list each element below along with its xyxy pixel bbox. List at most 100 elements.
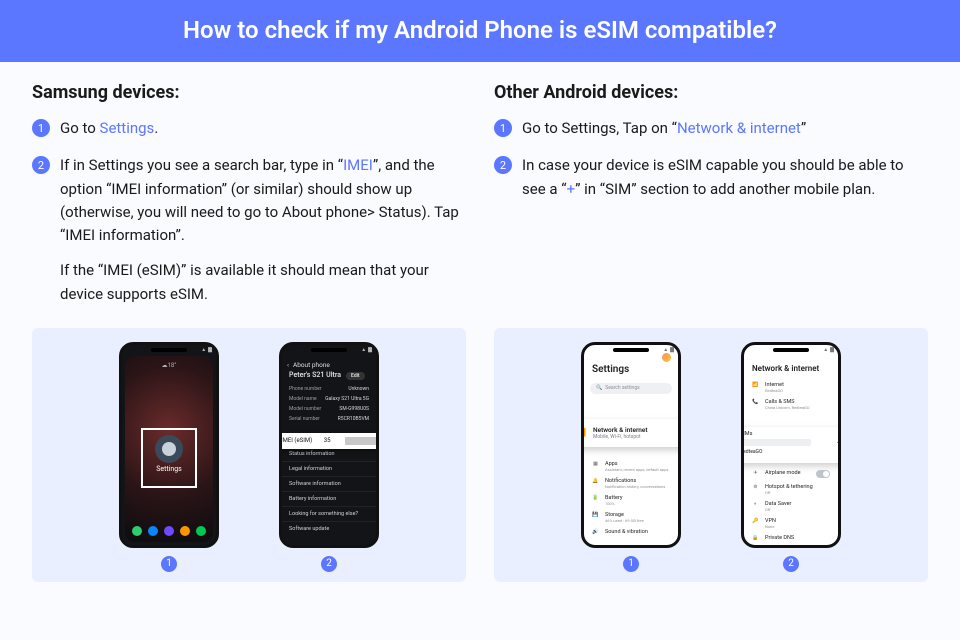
instructions: Samsung devices: 1 Go to Settings. 2 If … bbox=[0, 62, 960, 328]
row-sub: 100% bbox=[605, 501, 622, 506]
samsung-phone-home: ▲▇ ☁18° Settings bbox=[119, 342, 219, 548]
kv-val: Galaxy S21 Ultra 5G bbox=[325, 396, 369, 402]
about-phone-header: About phone bbox=[293, 361, 330, 369]
android-network-internet: ▲▇ Network & internet 📶InternetRedteaGO … bbox=[741, 342, 841, 548]
text: If in Settings you see a search bar, typ… bbox=[60, 156, 343, 174]
kv-key: Model number bbox=[289, 406, 321, 412]
screenshot-col: ▲▇ ☁18° Settings 1 bbox=[119, 342, 219, 572]
plus-icon: + bbox=[837, 439, 841, 449]
screenshot-badge: 1 bbox=[623, 556, 639, 572]
avatar-icon bbox=[662, 353, 671, 362]
network-internet-callout: 📶 Network & internet Mobile, Wi-Fi, hots… bbox=[581, 419, 681, 447]
bell-icon: 🔔 bbox=[592, 478, 599, 484]
wifi-icon: 📶 bbox=[581, 428, 586, 437]
airplane-icon: ✈ bbox=[752, 470, 759, 476]
step-number-icon: 1 bbox=[32, 119, 50, 137]
row-sub: RedteaGO bbox=[765, 388, 784, 393]
text: . bbox=[154, 119, 158, 137]
screenshot-badge: 1 bbox=[161, 556, 177, 572]
settings-link[interactable]: Settings bbox=[100, 119, 155, 137]
vpn-icon: 🔑 bbox=[752, 518, 759, 524]
page-header: How to check if my Android Phone is eSIM… bbox=[0, 0, 960, 62]
row-title: Hotspot & tethering bbox=[765, 484, 813, 490]
row-title: Internet bbox=[765, 382, 784, 388]
screenshot-col: ▲▇ ‹About phone Peter's S21 UltraEdit Ph… bbox=[279, 342, 379, 572]
sims-callout: SIMs RedteaGO + bbox=[741, 427, 841, 463]
imei-label: IMEI (eSIM) bbox=[281, 437, 312, 444]
samsung-column: Samsung devices: 1 Go to Settings. 2 If … bbox=[32, 82, 466, 320]
search-bar: 🔍Search settings bbox=[590, 383, 672, 394]
list-item: Looking for something else? bbox=[282, 506, 376, 521]
screenshots-row: ▲▇ ☁18° Settings 1 ▲▇ ‹About phone Peter… bbox=[0, 328, 960, 600]
other-heading: Other Android devices: bbox=[494, 82, 928, 103]
row-title: Battery bbox=[605, 495, 622, 501]
text: If the “IMEI (eSIM)” is available it sho… bbox=[60, 259, 466, 306]
other-column: Other Android devices: 1 Go to Settings,… bbox=[494, 82, 928, 320]
apps-icon: ▦ bbox=[592, 461, 599, 467]
android-settings: ▲▇ Settings 🔍Search settings 📶 Network &… bbox=[581, 342, 681, 548]
row-sub: Assistant, recent apps, default apps bbox=[605, 467, 668, 472]
samsung-step-1: 1 Go to Settings. bbox=[32, 117, 466, 140]
callout-sub: Mobile, Wi-Fi, hotspot bbox=[593, 434, 648, 440]
imei-prefix: 35 bbox=[324, 437, 331, 444]
step-number-icon: 1 bbox=[494, 119, 512, 137]
network-internet-title: Network & internet bbox=[744, 356, 838, 379]
list-item: Software information bbox=[282, 476, 376, 491]
imei-masked bbox=[345, 437, 377, 445]
row-title: Airplane mode bbox=[765, 470, 810, 476]
list-item: Software update bbox=[282, 521, 376, 536]
other-step-2: 2 In case your device is eSIM capable yo… bbox=[494, 154, 928, 201]
data-saver-icon: ◐ bbox=[752, 501, 759, 507]
kv-key: Phone number bbox=[289, 386, 321, 392]
row-title: Sound & vibration bbox=[605, 529, 648, 535]
wifi-icon: 📶 bbox=[752, 382, 759, 388]
storage-icon: 💾 bbox=[592, 512, 599, 518]
text: Go to bbox=[60, 119, 100, 137]
row-title: Data Saver bbox=[765, 501, 791, 507]
back-icon: ‹ bbox=[287, 361, 289, 369]
kv-val: Unknown bbox=[348, 386, 369, 392]
row-sub: Off bbox=[765, 507, 791, 512]
device-name: Peter's S21 Ultra bbox=[289, 371, 341, 379]
search-icon: 🔍 bbox=[596, 385, 602, 391]
list-item: Battery information bbox=[282, 491, 376, 506]
row-sub: China Unicom, RedteaGO bbox=[765, 405, 810, 410]
list-item: Legal information bbox=[282, 461, 376, 476]
text: ” in “SIM” section to add another mobile… bbox=[575, 180, 875, 198]
dock bbox=[125, 526, 213, 536]
weather-widget: ☁18° bbox=[125, 362, 213, 369]
callout-title: Network & internet bbox=[593, 426, 648, 434]
hotspot-icon: ⊚ bbox=[752, 484, 759, 490]
samsung-step-2: 2 If in Settings you see a search bar, t… bbox=[32, 154, 466, 306]
screenshot-badge: 2 bbox=[321, 556, 337, 572]
settings-label: Settings bbox=[143, 465, 195, 473]
toggle-icon bbox=[816, 470, 830, 478]
battery-icon: 🔋 bbox=[592, 495, 599, 501]
step-number-icon: 2 bbox=[32, 156, 50, 174]
screenshot-badge: 2 bbox=[783, 556, 799, 572]
sims-heading: SIMs bbox=[741, 431, 841, 437]
search-placeholder: Search settings bbox=[605, 385, 639, 391]
row-title: VPN bbox=[765, 518, 776, 524]
kv-key: Serial number bbox=[289, 416, 320, 422]
edit-button: Edit bbox=[346, 372, 365, 380]
gear-icon bbox=[155, 435, 183, 463]
text: Go to Settings, Tap on “ bbox=[522, 119, 677, 137]
other-screenshots: ▲▇ Settings 🔍Search settings 📶 Network &… bbox=[494, 328, 928, 582]
sim-row-mask bbox=[741, 439, 811, 446]
step-number-icon: 2 bbox=[494, 156, 512, 174]
page-title: How to check if my Android Phone is eSIM… bbox=[183, 16, 777, 44]
row-sub: Off bbox=[765, 490, 813, 495]
text: ” bbox=[801, 119, 806, 137]
row-sub: 46% used - 69 GB free bbox=[605, 518, 644, 523]
sound-icon: 🔊 bbox=[592, 529, 599, 535]
plus-link[interactable]: + bbox=[567, 180, 576, 198]
row-sub: None bbox=[765, 524, 776, 529]
network-internet-link[interactable]: Network & internet bbox=[677, 119, 801, 137]
settings-app-highlight: Settings bbox=[141, 428, 197, 488]
row-sub: Notification history, conversations bbox=[605, 484, 665, 489]
imei-link[interactable]: IMEI bbox=[343, 156, 373, 174]
sim-row: RedteaGO bbox=[741, 449, 841, 455]
dns-icon: 🔒 bbox=[752, 535, 759, 541]
samsung-heading: Samsung devices: bbox=[32, 82, 466, 103]
